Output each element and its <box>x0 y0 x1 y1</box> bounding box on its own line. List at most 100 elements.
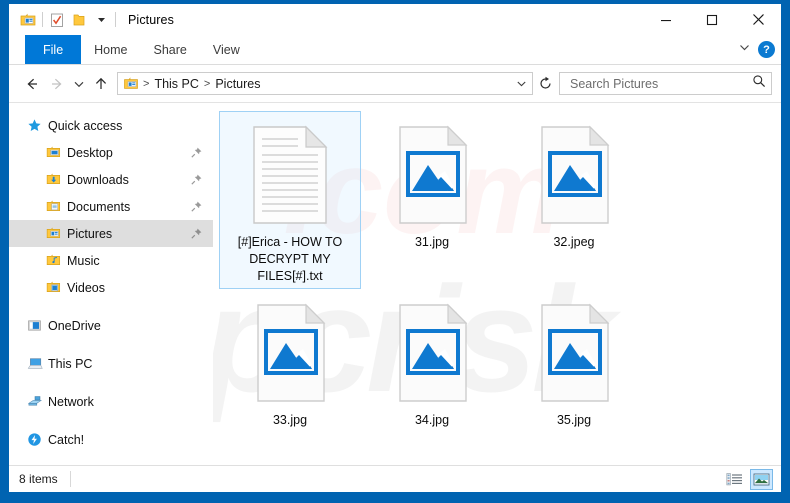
downloads-folder-icon <box>46 172 64 187</box>
minimize-button[interactable] <box>643 4 689 35</box>
sidebar-label-pictures: Pictures <box>67 226 113 241</box>
file-explorer-window: Pictures File Home Share View ? > This P… <box>8 3 782 493</box>
address-bar: > This PC > Pictures <box>9 65 781 102</box>
breadcrumb[interactable]: > This PC > Pictures <box>117 72 533 95</box>
maximize-button[interactable] <box>689 4 735 35</box>
file-item-35[interactable]: 35.jpg <box>503 289 645 465</box>
onedrive-icon <box>27 318 45 333</box>
sidebar-item-this-pc[interactable]: This PC <box>9 350 213 377</box>
sidebar-item-catch[interactable]: Catch! <box>9 426 213 453</box>
item-count-label: 8 items <box>19 472 58 486</box>
image-file-icon <box>242 299 338 407</box>
sidebar-label-catch: Catch! <box>48 432 85 447</box>
toolbar-divider <box>42 12 43 27</box>
sidebar-item-videos[interactable]: Videos <box>9 274 213 301</box>
status-divider <box>69 471 71 487</box>
file-list-pane[interactable]: .com pcrisk <box>213 103 781 465</box>
sidebar-item-documents[interactable]: Documents <box>9 193 213 220</box>
sidebar-label-videos: Videos <box>67 280 105 295</box>
back-button[interactable] <box>19 71 44 97</box>
expand-ribbon-chevron-down-icon[interactable] <box>738 41 751 59</box>
pin-icon[interactable] <box>190 227 203 240</box>
quick-access-toolbar <box>9 4 119 35</box>
customize-dropdown-icon[interactable] <box>90 9 112 31</box>
sidebar-item-pictures[interactable]: Pictures <box>9 220 213 247</box>
sidebar-gap-4 <box>9 415 213 426</box>
breadcrumb-folder-icon <box>123 76 139 92</box>
desktop-folder-icon <box>46 145 64 160</box>
sidebar-label-downloads: Downloads <box>67 172 129 187</box>
file-item-31[interactable]: 31.jpg <box>361 111 503 289</box>
tab-share[interactable]: Share <box>141 35 200 64</box>
file-name-label: 32.jpeg <box>553 235 595 249</box>
sidebar-item-onedrive[interactable]: OneDrive <box>9 312 213 339</box>
this-pc-icon <box>27 356 45 371</box>
search-icon[interactable] <box>752 74 766 93</box>
forward-button <box>44 71 69 97</box>
title-bar: Pictures <box>9 4 781 35</box>
up-button[interactable] <box>88 71 113 97</box>
breadcrumb-separator-0: > <box>143 77 150 90</box>
sidebar-item-network[interactable]: Network <box>9 388 213 415</box>
sidebar-label-documents: Documents <box>67 199 131 214</box>
search-input[interactable] <box>568 75 752 92</box>
music-folder-icon <box>46 253 64 268</box>
new-folder-check-icon[interactable] <box>46 9 68 31</box>
sidebar-item-desktop[interactable]: Desktop <box>9 139 213 166</box>
window-controls <box>643 4 781 35</box>
file-item-32[interactable]: 32.jpeg <box>503 111 645 289</box>
sidebar-label-quick-access: Quick access <box>48 118 123 133</box>
tab-home[interactable]: Home <box>81 35 140 64</box>
image-file-icon <box>526 121 622 229</box>
refresh-button[interactable] <box>533 71 557 97</box>
file-name-label: 35.jpg <box>556 413 592 427</box>
file-name-label: 34.jpg <box>414 413 450 427</box>
catch-icon <box>27 432 45 447</box>
status-bar: 8 items <box>9 465 781 492</box>
sidebar-label-this-pc: This PC <box>48 356 93 371</box>
image-file-icon <box>526 299 622 407</box>
details-view-button[interactable] <box>723 469 746 490</box>
star-icon <box>27 118 45 133</box>
file-grid: [#]Erica - HOW TO DECRYPT MY FILES[#].tx… <box>219 111 781 465</box>
large-icons-view-button[interactable] <box>750 468 773 490</box>
text-file-icon <box>242 121 338 229</box>
file-item-34[interactable]: 34.jpg <box>361 289 503 465</box>
pin-icon[interactable] <box>190 200 203 213</box>
file-name-label: 33.jpg <box>272 413 308 427</box>
sidebar-gap-2 <box>9 339 213 350</box>
window-title: Pictures <box>128 12 174 27</box>
breadcrumb-chevron-down-icon[interactable] <box>513 78 530 89</box>
toolbar-divider-2 <box>115 12 116 27</box>
tab-view[interactable]: View <box>200 35 253 64</box>
navigation-pane: Quick access Desktop Downloads Documents… <box>9 103 213 465</box>
close-button[interactable] <box>735 4 781 35</box>
explorer-body: Quick access Desktop Downloads Documents… <box>9 102 781 465</box>
file-name-label: 31.jpg <box>414 235 450 249</box>
breadcrumb-item-pictures[interactable]: Pictures <box>212 77 263 91</box>
sidebar-item-downloads[interactable]: Downloads <box>9 166 213 193</box>
ribbon-right-controls: ? <box>738 35 775 64</box>
folder-icon[interactable] <box>68 9 90 31</box>
sidebar-gap-1 <box>9 301 213 312</box>
breadcrumb-item-this-pc[interactable]: This PC <box>151 77 201 91</box>
network-icon <box>27 394 45 409</box>
file-item-ransom-note[interactable]: [#]Erica - HOW TO DECRYPT MY FILES[#].tx… <box>219 111 361 289</box>
properties-icon[interactable] <box>17 9 39 31</box>
view-mode-buttons <box>723 468 773 490</box>
sidebar-item-quick-access[interactable]: Quick access <box>9 112 213 139</box>
search-box[interactable] <box>559 72 772 95</box>
file-name-label: [#]Erica - HOW TO DECRYPT MY FILES[#].tx… <box>237 235 343 283</box>
tab-file[interactable]: File <box>25 35 82 64</box>
file-item-33[interactable]: 33.jpg <box>219 289 361 465</box>
breadcrumb-separator-1: > <box>203 77 211 90</box>
desktop-background: Pictures File Home Share View ? > This P… <box>0 0 790 503</box>
recent-locations-button[interactable] <box>69 71 88 97</box>
pin-icon[interactable] <box>190 146 203 159</box>
sidebar-label-onedrive: OneDrive <box>48 318 101 333</box>
ribbon-tabs: File Home Share View ? <box>9 35 781 65</box>
help-button[interactable]: ? <box>758 41 775 58</box>
sidebar-item-music[interactable]: Music <box>9 247 213 274</box>
pin-icon[interactable] <box>190 173 203 186</box>
sidebar-gap-3 <box>9 377 213 388</box>
